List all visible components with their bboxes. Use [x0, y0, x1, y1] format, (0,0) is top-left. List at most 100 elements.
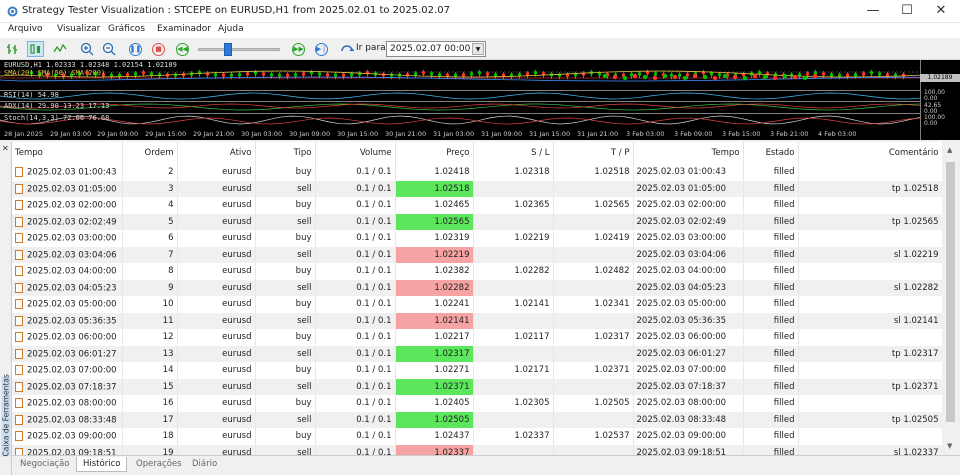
- skip-to-end-button[interactable]: ▶❘: [313, 41, 330, 57]
- speed-up-button[interactable]: ▶▶: [290, 41, 307, 57]
- table-row[interactable]: 2025.02.03 03:04:06 7 eurusd sell 0.1 / 0.1 1…: [12, 246, 942, 263]
- column-header-comment[interactable]: Comentário: [798, 142, 942, 164]
- menu-visualizar[interactable]: Visualizar: [57, 24, 100, 34]
- zoom-out-button[interactable]: [100, 41, 117, 57]
- goto-button[interactable]: [338, 41, 355, 57]
- stoch-signal-line: [0, 117, 920, 125]
- slow-down-button[interactable]: ◀◀: [174, 41, 191, 57]
- column-header-time-done[interactable]: Tempo: [633, 142, 744, 164]
- toolbox-close-icon[interactable]: ✕: [2, 144, 9, 153]
- candle: [486, 72, 489, 76]
- close-button[interactable]: ✕: [924, 0, 958, 23]
- cell-state: filled: [743, 411, 799, 428]
- speed-slider[interactable]: [198, 43, 280, 56]
- candle: [654, 72, 657, 76]
- table-row[interactable]: 2025.02.03 06:01:27 13 eurusd sell 0.1 / 0.1…: [12, 345, 942, 362]
- scrollbar-thumb[interactable]: [946, 162, 955, 422]
- scroll-down-icon[interactable]: ▼: [947, 442, 952, 450]
- column-header-sl[interactable]: S / L: [473, 142, 554, 164]
- cell-state: filled: [743, 296, 799, 313]
- column-header-order[interactable]: Ordem: [122, 142, 178, 164]
- cell-time-text: 2025.02.03 07:18:37: [27, 382, 117, 392]
- candle: [670, 73, 673, 77]
- candle: [422, 71, 425, 75]
- bar-chart-button[interactable]: [4, 41, 21, 57]
- time-label: 3 Feb 09:00: [674, 130, 713, 138]
- menu-graficos[interactable]: Gráficos: [108, 24, 145, 34]
- table-row[interactable]: 2025.02.03 02:00:00 4 eurusd buy 0.1 / 0.1 1.…: [12, 197, 942, 214]
- line-chart-button[interactable]: [51, 41, 68, 57]
- table-row[interactable]: 2025.02.03 07:00:00 14 eurusd buy 0.1 / 0.1 1…: [12, 362, 942, 379]
- tab-historico[interactable]: Histórico: [76, 457, 128, 472]
- speed-slider-thumb[interactable]: [223, 43, 232, 56]
- calendar-dropdown-icon[interactable]: ▼: [472, 43, 484, 55]
- cell-order: 7: [122, 246, 178, 263]
- cell-time-done: 2025.02.03 02:00:00: [633, 197, 744, 214]
- candle: [790, 73, 793, 77]
- candle: [806, 72, 809, 76]
- history-table: Tempo Ordem Ativo Tipo Volume Preço S / …: [12, 142, 942, 455]
- cell-sl: [473, 246, 554, 263]
- column-header-time[interactable]: Tempo: [12, 142, 123, 164]
- table-row[interactable]: 2025.02.03 03:00:00 6 eurusd buy 0.1 / 0.1 1.…: [12, 230, 942, 247]
- goto-date-field[interactable]: 2025.02.07 00:00 ▼: [386, 41, 486, 57]
- menu-examinador[interactable]: Examinador: [157, 24, 211, 34]
- zoom-in-button[interactable]: [78, 41, 95, 57]
- table-row[interactable]: 2025.02.03 09:00:00 18 eurusd buy 0.1 / 0.1 1…: [12, 428, 942, 445]
- table-row[interactable]: 2025.02.03 01:05:00 3 eurusd sell 0.1 / 0.1 1…: [12, 180, 942, 197]
- table-row[interactable]: 2025.02.03 05:00:00 10 eurusd buy 0.1 / 0.1 1…: [12, 296, 942, 313]
- column-header-type[interactable]: Tipo: [255, 142, 316, 164]
- table-row[interactable]: 2025.02.03 05:36:35 11 eurusd sell 0.1 / 0.1…: [12, 312, 942, 329]
- fast-forward-icon: ▶▶: [292, 42, 305, 56]
- menu-ajuda[interactable]: Ajuda: [218, 24, 244, 34]
- cell-type: sell: [255, 246, 316, 263]
- table-row[interactable]: 2025.02.03 08:33:48 17 eurusd sell 0.1 / 0.1…: [12, 411, 942, 428]
- cell-price: 1.02518: [395, 180, 474, 197]
- candle: [886, 73, 889, 77]
- candle: [334, 73, 337, 77]
- cell-sl: [473, 312, 554, 329]
- candlestick-chart-button[interactable]: [27, 41, 44, 57]
- table-row[interactable]: 2025.02.03 07:18:37 15 eurusd sell 0.1 / 0.1…: [12, 378, 942, 395]
- cell-tp: 1.02371: [553, 362, 634, 379]
- table-row[interactable]: 2025.02.03 04:00:00 8 eurusd buy 0.1 / 0.1 1.…: [12, 263, 942, 280]
- table-row[interactable]: 2025.02.03 08:00:00 16 eurusd buy 0.1 / 0.1 1…: [12, 395, 942, 412]
- stop-button[interactable]: ■: [150, 41, 167, 57]
- column-header-price[interactable]: Preço: [395, 142, 474, 164]
- column-header-state[interactable]: Estado: [743, 142, 799, 164]
- cell-order: 15: [122, 378, 178, 395]
- vertical-scrollbar[interactable]: ▲ ▼: [942, 142, 960, 455]
- minimize-button[interactable]: —: [856, 0, 890, 23]
- cell-sl: [473, 213, 554, 230]
- tab-operacoes[interactable]: Operações: [130, 457, 188, 472]
- column-header-volume[interactable]: Volume: [315, 142, 396, 164]
- pause-button[interactable]: ❚❚: [127, 41, 144, 57]
- price-chart[interactable]: EURUSD,H1 1.02333 1.02348 1.02154 1.0218…: [0, 60, 960, 140]
- table-row[interactable]: 2025.02.03 02:02:49 5 eurusd sell 0.1 / 0.1 1…: [12, 213, 942, 230]
- column-header-tp[interactable]: T / P: [553, 142, 634, 164]
- table-row[interactable]: 2025.02.03 01:00:43 2 eurusd buy 0.1 / 0.1 1.…: [12, 164, 942, 181]
- cell-state: filled: [743, 345, 799, 362]
- cell-order: 14: [122, 362, 178, 379]
- cell-symbol: eurusd: [177, 230, 256, 247]
- cell-time-done: 2025.02.03 03:00:00: [633, 230, 744, 247]
- candle: [678, 73, 681, 77]
- cell-price: 1.02319: [395, 230, 474, 247]
- column-header-symbol[interactable]: Ativo: [177, 142, 256, 164]
- menu-bar: Arquivo Visualizar Gráficos Examinador A…: [0, 23, 960, 38]
- maximize-button[interactable]: ☐: [890, 0, 924, 23]
- table-row[interactable]: 2025.02.03 06:00:00 12 eurusd buy 0.1 / 0.1 1…: [12, 329, 942, 346]
- cell-sl: 1.02365: [473, 197, 554, 214]
- tab-diario[interactable]: Diário: [186, 457, 223, 472]
- chart-canvas: [0, 69, 920, 125]
- trade-marker: [712, 75, 718, 81]
- candle: [278, 73, 281, 77]
- table-row[interactable]: 2025.02.03 09:18:51 19 eurusd sell 0.1 / 0.1…: [12, 444, 942, 455]
- trade-marker: [622, 75, 628, 81]
- table-row[interactable]: 2025.02.03 04:05:23 9 eurusd sell 0.1 / 0.1 1…: [12, 279, 942, 296]
- scroll-up-icon[interactable]: ▲: [947, 146, 952, 154]
- tab-negociacao[interactable]: Negociação: [14, 457, 76, 472]
- order-document-icon: [15, 431, 23, 441]
- toolbox-vertical-label[interactable]: Caixa de Ferramentas: [1, 374, 11, 457]
- menu-arquivo[interactable]: Arquivo: [8, 24, 42, 34]
